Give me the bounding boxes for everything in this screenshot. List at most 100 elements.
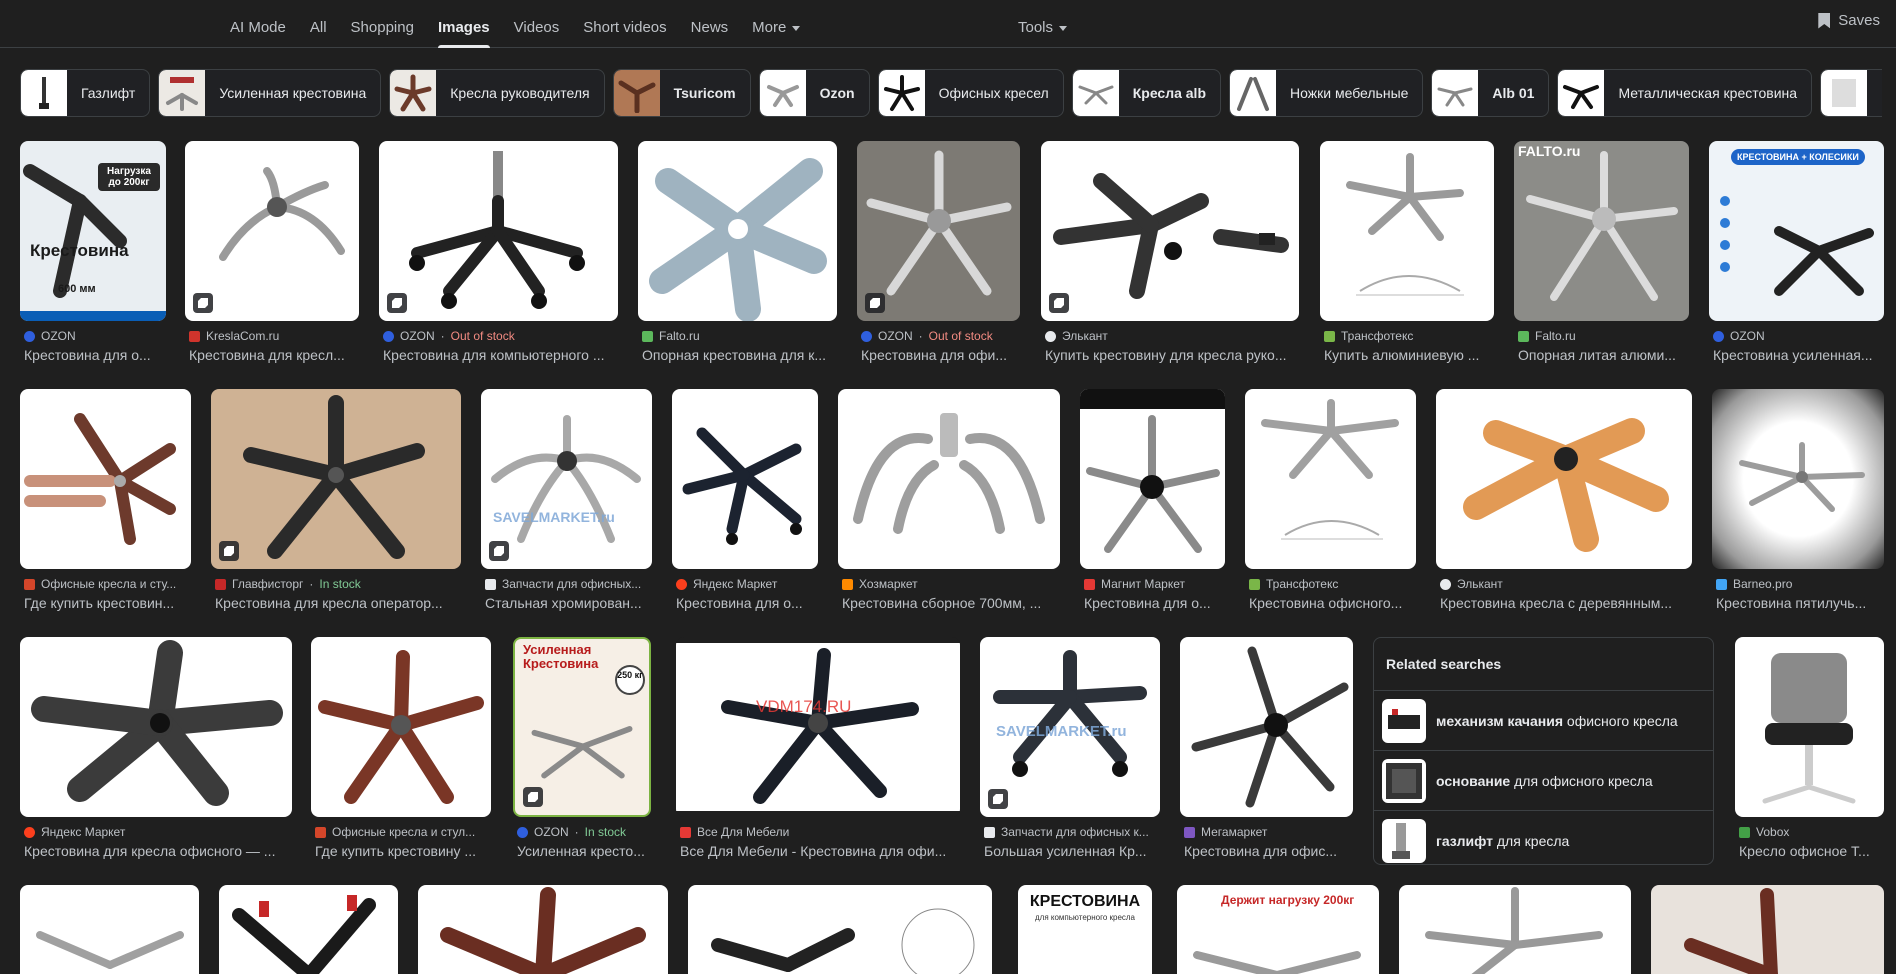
- result-image[interactable]: [1436, 389, 1692, 569]
- image-result[interactable]: [1399, 885, 1631, 974]
- result-image[interactable]: [672, 389, 818, 569]
- result-source[interactable]: Все Для Мебели: [680, 825, 960, 839]
- image-result[interactable]: Магнит Маркет Крестовина для о...: [1080, 389, 1225, 615]
- image-result[interactable]: KreslaCom.ru Крестовина для кресл...: [185, 141, 359, 367]
- image-result[interactable]: [688, 885, 992, 974]
- result-image[interactable]: FALTO.ru: [638, 141, 837, 321]
- result-source[interactable]: Главфисторг · In stock: [215, 577, 461, 591]
- result-image[interactable]: [1041, 141, 1299, 321]
- related-search-item[interactable]: механизм качания офисного кресла: [1374, 690, 1713, 750]
- result-title[interactable]: Купить крестовину для кресла руко...: [1045, 347, 1299, 363]
- result-title[interactable]: Где купить крестовину ...: [315, 843, 491, 859]
- result-source[interactable]: Falto.ru: [642, 329, 837, 343]
- result-source[interactable]: Мегамаркет: [1184, 825, 1353, 839]
- image-result[interactable]: Элькант Купить крестовину для кресла рук…: [1041, 141, 1299, 367]
- result-title[interactable]: Крестовина для о...: [24, 347, 170, 363]
- chip-ozon[interactable]: Ozon: [758, 69, 870, 117]
- result-image[interactable]: VDM174.RU: [676, 637, 960, 817]
- result-source[interactable]: Трансфотекс: [1324, 329, 1494, 343]
- result-image[interactable]: SAVELMARKET.ru: [481, 389, 652, 569]
- image-result[interactable]: Нагрузка до 200кг Крестовина 600 мм OZON…: [20, 141, 166, 367]
- result-title[interactable]: Опорная крестовина для к...: [642, 347, 841, 363]
- result-title[interactable]: Крестовина для о...: [1084, 595, 1225, 611]
- image-result[interactable]: Главфисторг · In stock Крестовина для крес…: [211, 389, 461, 615]
- result-source[interactable]: Офисные кресла и сту...: [24, 577, 191, 591]
- result-image[interactable]: [688, 885, 992, 974]
- result-source[interactable]: Яндекс Маркет: [676, 577, 818, 591]
- result-image[interactable]: FALTO.ru: [1514, 141, 1689, 321]
- result-image[interactable]: [1712, 389, 1884, 569]
- result-title[interactable]: Крестовина для кресла оператор...: [215, 595, 461, 611]
- result-title[interactable]: Кресло офисное T...: [1739, 843, 1888, 859]
- result-source[interactable]: Запчасти для офисных к...: [984, 825, 1160, 839]
- image-result[interactable]: FALTO.ru Falto.ru Опорная крестовина для…: [638, 141, 837, 367]
- result-source[interactable]: OZON · In stock: [517, 825, 655, 839]
- result-title[interactable]: Крестовина для о...: [676, 595, 818, 611]
- image-result[interactable]: Элькант Крестовина кресла с деревянным..…: [1436, 389, 1692, 615]
- tab-all[interactable]: All: [298, 0, 339, 48]
- result-image[interactable]: [219, 885, 398, 974]
- result-title[interactable]: Стальная хромирован...: [485, 595, 652, 611]
- result-title[interactable]: Крестовина пятилучь...: [1716, 595, 1888, 611]
- tab-news[interactable]: News: [679, 0, 741, 48]
- result-source[interactable]: Элькант: [1440, 577, 1692, 591]
- result-image[interactable]: [185, 141, 359, 321]
- result-source[interactable]: Яндекс Маркет: [24, 825, 292, 839]
- result-title[interactable]: Крестовина офисного...: [1249, 595, 1416, 611]
- result-title[interactable]: Крестовина усиленная...: [1713, 347, 1888, 363]
- image-result[interactable]: КРЕСТОВИНА + КОЛЕСИКИ OZON Крестовина ус…: [1709, 141, 1884, 367]
- image-result[interactable]: [20, 885, 199, 974]
- result-image[interactable]: [1399, 885, 1631, 974]
- result-image[interactable]: [211, 389, 461, 569]
- result-image[interactable]: [1180, 637, 1353, 817]
- image-result[interactable]: Хозмаркет Крестовина сборное 700мм, ...: [838, 389, 1060, 615]
- image-result[interactable]: Vobox Кресло офисное T...: [1735, 637, 1884, 863]
- image-result[interactable]: Яндекс Маркет Крестовина для кресла офис…: [20, 637, 292, 863]
- chip-reinforced-base[interactable]: Усиленная крестовина: [158, 69, 382, 117]
- result-image[interactable]: КРЕСТОВИНА + КОЛЕСИКИ: [1709, 141, 1884, 321]
- result-image[interactable]: [1245, 389, 1416, 569]
- result-image[interactable]: SAVELMARKET.ru: [980, 637, 1160, 817]
- result-source[interactable]: Магнит Маркет: [1084, 577, 1225, 591]
- result-image[interactable]: [1735, 637, 1884, 817]
- result-source[interactable]: Barneo.pro: [1716, 577, 1888, 591]
- result-title[interactable]: Где купить крестовин...: [24, 595, 191, 611]
- image-result[interactable]: Офисные кресла и стул... Где купить крес…: [311, 637, 491, 863]
- result-title[interactable]: Крестовина для кресл...: [189, 347, 363, 363]
- tab-short-videos[interactable]: Short videos: [571, 0, 678, 48]
- result-image[interactable]: КРЕСТОВИНА для компьютерного кресла: [1018, 885, 1152, 974]
- result-image[interactable]: Держит нагрузку 200кг: [1177, 885, 1379, 974]
- image-result[interactable]: VDM174.RU Все Для Мебели Все Для Мебели …: [676, 637, 960, 863]
- result-image[interactable]: [20, 885, 199, 974]
- result-title[interactable]: Крестовина кресла с деревянным...: [1440, 595, 1692, 611]
- result-image[interactable]: [838, 389, 1060, 569]
- image-result[interactable]: Держит нагрузку 200кг: [1177, 885, 1379, 974]
- image-result[interactable]: Трансфотекс Купить алюминиевую ...: [1320, 141, 1494, 367]
- result-source[interactable]: KreslaCom.ru: [189, 329, 359, 343]
- image-result[interactable]: SAVELMARKET.ru Запчасти для офисных к...…: [980, 637, 1160, 863]
- chip-tsuricom[interactable]: Tsuricom: [612, 69, 751, 117]
- tab-shopping[interactable]: Shopping: [339, 0, 426, 48]
- result-source[interactable]: OZON: [1713, 329, 1888, 343]
- chip-furniture-legs[interactable]: Ножки мебельные: [1229, 69, 1424, 117]
- result-source[interactable]: OZON: [24, 329, 166, 343]
- result-source[interactable]: Vobox: [1739, 825, 1888, 839]
- result-source[interactable]: OZON · Out of stock: [861, 329, 1024, 343]
- image-result[interactable]: [418, 885, 668, 974]
- related-search-item[interactable]: газлифт для кресла: [1374, 810, 1713, 870]
- result-source[interactable]: Falto.ru: [1518, 329, 1689, 343]
- image-result[interactable]: [1651, 885, 1884, 974]
- result-title[interactable]: Крестовина для офис...: [1184, 843, 1353, 859]
- result-image[interactable]: Усиленная Крестовина 250 кг: [513, 637, 651, 817]
- image-result[interactable]: OZON · Out of stock Крестовина для компьют…: [379, 141, 618, 367]
- result-source[interactable]: OZON · Out of stock: [383, 329, 618, 343]
- result-image[interactable]: [311, 637, 491, 817]
- result-title[interactable]: Купить алюминиевую ...: [1324, 347, 1494, 363]
- result-image[interactable]: Нагрузка до 200кг Крестовина 600 мм: [20, 141, 166, 321]
- chip-metal-base[interactable]: Металлическая крестовина: [1557, 69, 1813, 117]
- result-source[interactable]: Запчасти для офисных...: [485, 577, 652, 591]
- result-source[interactable]: Хозмаркет: [842, 577, 1060, 591]
- image-result[interactable]: Офисные кресла и сту... Где купить крест…: [20, 389, 191, 615]
- result-title[interactable]: Большая усиленная Кр...: [984, 843, 1160, 859]
- saves-button[interactable]: Saves: [1818, 12, 1880, 29]
